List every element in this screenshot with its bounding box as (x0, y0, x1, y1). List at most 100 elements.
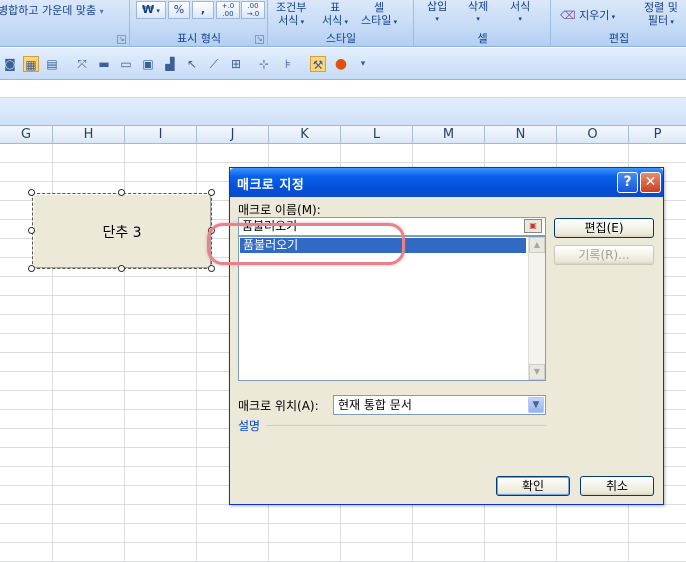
resize-handle-bl[interactable] (28, 265, 35, 272)
form-controls-toolbar: ◙ ▦ ▤ ⤧ ▬ ▭ ▣ ▟ ↖ ⟋ ⊞ ⊹ ⊧ ⚒ ● ▾ (0, 48, 686, 80)
column-header-o[interactable]: O (557, 126, 629, 144)
cell-styles-label: 셀 (374, 1, 385, 14)
collapse-dialog-icon[interactable]: ▣ (524, 219, 542, 233)
cell-styles-button[interactable]: 셀 스타일 ▾ (361, 1, 397, 29)
decrease-decimal-button[interactable]: .00 →.0 (241, 1, 265, 19)
macro-name-label: 매크로 이름(M): (238, 203, 321, 217)
currency-button[interactable]: ₩ ▾ (136, 1, 166, 19)
list-scrollbar[interactable]: ▲ ▼ (528, 237, 545, 380)
column-header-m[interactable]: M (413, 126, 485, 144)
comma-button[interactable]: , (192, 1, 214, 19)
resize-handle-b[interactable] (118, 265, 125, 272)
column-header-k[interactable]: K (269, 126, 341, 144)
sort-filter-button[interactable]: 정렬 및 필터 ▾ (644, 1, 678, 29)
insert-button[interactable]: 삽입 ▾ (427, 0, 447, 26)
edit-button[interactable]: 편집(E) (554, 218, 654, 238)
delete-label: 삭제 (468, 0, 489, 13)
groupbox-icon[interactable]: ▭ (118, 56, 134, 72)
macro-location-label: 매크로 위치(A): (238, 399, 319, 413)
grid-icon[interactable]: ▦ (23, 56, 39, 72)
conditional-format-label: 조건부 (276, 1, 307, 14)
line-chart-icon[interactable]: ⟋ (206, 56, 222, 72)
chevron-down-icon: ▾ (99, 7, 104, 16)
editing-group-label: 편집 (552, 31, 686, 46)
list-item[interactable]: 품불러오기 (240, 238, 526, 253)
align-icon[interactable]: ⊞ (228, 56, 244, 72)
sort-filter-label-2: 필터 (647, 14, 669, 27)
column-header-p[interactable]: P (629, 126, 686, 144)
resize-handle-l[interactable] (28, 227, 35, 234)
bar-chart-icon[interactable]: ⊧ (280, 56, 296, 72)
delete-button[interactable]: 삭제 ▾ (468, 0, 488, 26)
chart-icon[interactable]: ▟ (162, 56, 178, 72)
editing-group: ⌫ 지우기 ▾ 정렬 및 필터 ▾ 편집 (552, 0, 686, 47)
number-format-group: ₩ ▾ % , +.0 .00 .00 →.0 표시 형식 ↘ (131, 0, 268, 47)
cancel-button[interactable]: 취소 (580, 476, 654, 496)
edit-box-icon[interactable]: ▣ (140, 56, 156, 72)
increase-decimal-button[interactable]: +.0 .00 (216, 1, 240, 19)
column-header-l[interactable]: L (341, 126, 413, 144)
clear-button[interactable]: ⌫ 지우기 ▾ (560, 7, 615, 23)
column-header-g[interactable]: G (0, 126, 53, 144)
description-divider (266, 425, 546, 426)
macro-list[interactable]: 품불러오기 ▲ ▼ (238, 236, 546, 381)
help-icon[interactable]: ? (617, 172, 638, 193)
record-icon[interactable]: ● (333, 56, 349, 72)
macro-tools-icon[interactable]: ⚒ (310, 56, 326, 72)
column-header-j[interactable]: J (197, 126, 269, 144)
chevron-down-icon[interactable]: ▼ (528, 397, 544, 413)
resize-handle-tr[interactable] (208, 189, 215, 196)
table-icon[interactable]: ▤ (44, 56, 60, 72)
insert-label: 삽입 (427, 0, 448, 13)
cell-styles-label-2: 스타일 (361, 14, 392, 27)
sheet-header-strip (0, 98, 686, 126)
distribute-icon[interactable]: ⊹ (256, 56, 272, 72)
dialog-title: 매크로 지정 (237, 178, 305, 193)
ok-button[interactable]: 확인 (496, 476, 570, 496)
dialog-launcher-icon[interactable]: ↘ (117, 35, 126, 44)
label-icon[interactable]: ▬ (96, 56, 112, 72)
resize-handle-t[interactable] (118, 189, 125, 196)
format-as-table-label: 표 (329, 1, 341, 14)
sort-filter-label: 정렬 및 (644, 1, 678, 14)
description-label: 설명 (238, 419, 261, 433)
percent-button[interactable]: % (168, 1, 190, 19)
cells-group: 삽입 ▾ 삭제 ▾ 서식 ▾ 셀 (415, 0, 551, 47)
cursor-icon[interactable]: ↖ (184, 56, 200, 72)
format-label: 서식 (510, 0, 531, 13)
dialog-launcher-icon[interactable]: ↘ (255, 35, 264, 44)
column-header-h[interactable]: H (53, 126, 125, 144)
styles-group: 조건부 서식 ▾ 표 서식 ▾ 셀 스타일 ▾ 스타일 (269, 0, 414, 47)
format-button[interactable]: 서식 ▾ (510, 0, 530, 26)
merge-center-button[interactable]: 병합하고 가운데 맞춤 ▾ (0, 2, 104, 18)
macro-name-input[interactable]: 품불러오기 (238, 217, 546, 236)
toolbar-options-icon[interactable]: ▾ (355, 56, 371, 72)
format-as-table-button[interactable]: 표 서식 ▾ (322, 1, 348, 29)
conditional-format-label-2: 서식 (278, 14, 299, 27)
currency-icon: ₩ (142, 3, 155, 16)
macro-location-select[interactable]: 현재 통합 문서 ▼ (333, 395, 546, 415)
styles-group-label: 스타일 (269, 31, 413, 46)
resize-handle-tl[interactable] (28, 189, 35, 196)
cells-group-label: 셀 (415, 31, 550, 46)
format-as-table-label-2: 서식 (322, 14, 343, 27)
conditional-format-button[interactable]: 조건부 서식 ▾ (276, 1, 306, 29)
resize-handle-br[interactable] (208, 265, 215, 272)
form-button-label: 단추 3 (102, 225, 142, 241)
select-objects-icon[interactable]: ⤧ (74, 56, 90, 72)
resize-handle-r[interactable] (208, 227, 215, 234)
column-header-n[interactable]: N (485, 126, 557, 144)
record-button[interactable]: 기록(R)... (554, 245, 654, 265)
macro-location-value: 현재 통합 문서 (338, 398, 412, 412)
eraser-icon: ⌫ (560, 9, 576, 22)
formula-bar[interactable] (0, 81, 686, 98)
column-header-i[interactable]: I (125, 126, 197, 144)
form-button[interactable]: 단추 3 (32, 193, 212, 269)
scroll-down-icon[interactable]: ▼ (529, 364, 545, 380)
number-group-label: 표시 형식 (131, 31, 267, 46)
camera-icon[interactable]: ◙ (2, 56, 18, 72)
scroll-up-icon[interactable]: ▲ (529, 237, 545, 253)
close-icon[interactable]: ✕ (640, 172, 661, 193)
dialog-titlebar[interactable]: 매크로 지정 ? ✕ (230, 168, 663, 197)
assign-macro-dialog: 매크로 지정 ? ✕ 매크로 이름(M): 품불러오기 ▣ 품불러오기 ▲ ▼ … (229, 167, 664, 505)
